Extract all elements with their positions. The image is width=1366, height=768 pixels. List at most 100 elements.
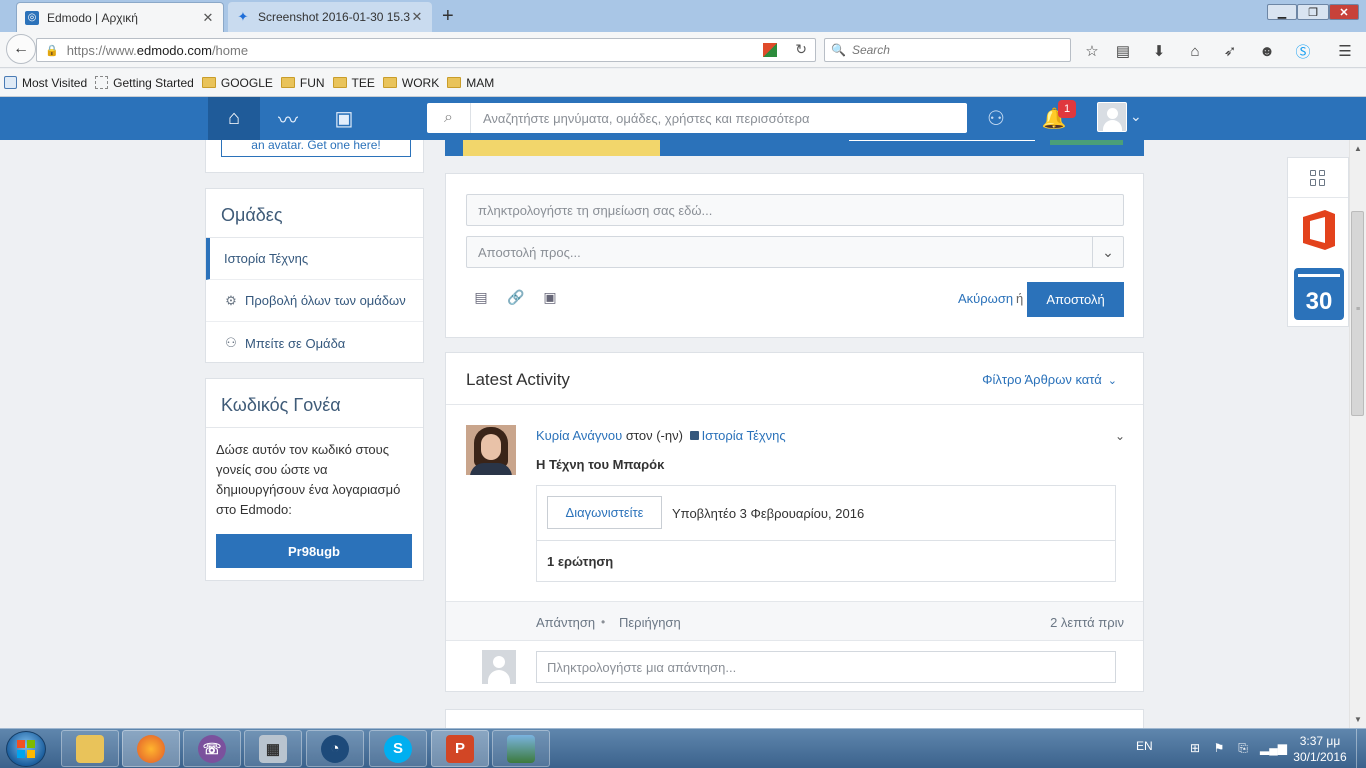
- site-identity-icon[interactable]: [763, 43, 777, 57]
- reading-list-icon[interactable]: ▤: [1112, 40, 1134, 62]
- tab-close-icon[interactable]: ✕: [410, 9, 424, 25]
- post-title: Η Τέχνη του Μπαρόκ: [536, 457, 665, 472]
- download-icon[interactable]: ⬇: [1148, 40, 1170, 62]
- language-indicator[interactable]: EN: [1136, 739, 1153, 753]
- user-avatar[interactable]: [1097, 102, 1127, 132]
- send-button[interactable]: Αποστολή: [1027, 282, 1124, 317]
- chat-icon[interactable]: ☻: [1256, 40, 1278, 62]
- reload-icon[interactable]: ↻: [795, 41, 807, 58]
- take-quiz-button[interactable]: Διαγωνιστείτε: [547, 496, 662, 529]
- edmodo-search-input[interactable]: [471, 104, 967, 132]
- taskbar-calculator[interactable]: ▦: [244, 730, 302, 767]
- bookmark-star-icon[interactable]: ☆: [1081, 40, 1103, 62]
- show-desktop-button[interactable]: [1356, 729, 1366, 768]
- separator-dot: •: [601, 615, 606, 629]
- group-item-art-history[interactable]: Ιστορία Τέχνης: [206, 238, 423, 280]
- bookmark-folder-google[interactable]: GOOGLE: [201, 75, 273, 90]
- search-icon: ⌕: [427, 103, 471, 133]
- get-avatar-link[interactable]: an avatar. Get one here!: [221, 140, 411, 157]
- getting-started-icon: [95, 76, 109, 89]
- close-window-button[interactable]: ✕: [1329, 4, 1359, 20]
- banner-image: [463, 140, 660, 156]
- filter-dropdown[interactable]: Φίλτρο Άρθρων κατά ⌄: [982, 372, 1117, 387]
- action-center-flag-icon[interactable]: ⚑: [1212, 741, 1226, 755]
- bookmark-label: GOOGLE: [220, 75, 273, 90]
- author-photo[interactable]: [466, 425, 516, 475]
- tab-edmodo[interactable]: ◎ Edmodo | Αρχική ✕: [16, 2, 224, 32]
- taskbar-skype[interactable]: S: [369, 730, 427, 767]
- question-count: 1 ερώτηση: [547, 554, 614, 569]
- apps-grid-icon[interactable]: [1288, 158, 1348, 198]
- bookmark-getting-started[interactable]: Getting Started: [95, 76, 194, 90]
- skype-icon[interactable]: Ⓢ: [1292, 40, 1314, 62]
- folder-icon: [332, 77, 347, 88]
- taskbar-viber[interactable]: ☏: [183, 730, 241, 767]
- reply-link[interactable]: Απάντηση: [536, 615, 595, 630]
- bookmark-folder-mam[interactable]: MAM: [447, 76, 494, 90]
- usb-device-icon[interactable]: ⎘: [1236, 741, 1250, 755]
- reply-input[interactable]: [536, 651, 1116, 683]
- bookmark-folder-work[interactable]: WORK: [382, 76, 439, 90]
- tab-close-icon[interactable]: ✕: [201, 10, 215, 26]
- start-button[interactable]: [6, 731, 46, 767]
- parent-code-title: Κωδικός Γονέα: [206, 379, 423, 428]
- preview-link[interactable]: Περιήγηση: [619, 615, 681, 630]
- author-link[interactable]: Κυρία Ανάγνου: [536, 428, 622, 443]
- taskbar-firefox[interactable]: [122, 730, 180, 767]
- nav-home-icon[interactable]: ⌂: [208, 97, 260, 140]
- bookmark-most-visited[interactable]: Most Visited: [4, 76, 87, 90]
- taskbar-speedtest[interactable]: ◔: [306, 730, 364, 767]
- view-all-groups-link[interactable]: ⚙ Προβολή όλων των ομάδων: [206, 280, 423, 322]
- clock-time: 3:37 μμ: [1299, 734, 1341, 748]
- taskbar-photo-viewer[interactable]: [492, 730, 550, 767]
- divider: [537, 540, 1115, 541]
- banner-button[interactable]: [1050, 140, 1123, 145]
- chevron-down-icon[interactable]: ⌄: [1130, 108, 1142, 125]
- maximize-button[interactable]: ❐: [1297, 4, 1329, 20]
- taskbar-powerpoint[interactable]: P: [431, 730, 489, 767]
- group-link[interactable]: Ιστορία Τέχνης: [702, 428, 786, 443]
- attach-file-icon[interactable]: ▤: [472, 288, 490, 306]
- network-signal-icon[interactable]: ▂▄▆: [1260, 741, 1287, 755]
- tab-screenshot[interactable]: ✦ Screenshot 2016-01-30 15.3... ✕: [228, 2, 432, 32]
- bookmark-folder-tee[interactable]: TEE: [332, 76, 375, 90]
- new-tab-button[interactable]: +: [442, 5, 454, 27]
- note-input[interactable]: [466, 194, 1124, 226]
- back-button[interactable]: ←: [6, 34, 36, 64]
- chevron-down-icon[interactable]: ⌄: [1092, 237, 1123, 267]
- address-bar[interactable]: 🔒 https://www. edmodo.com/home ↻: [36, 38, 816, 62]
- bookmark-folder-fun[interactable]: FUN: [280, 76, 325, 90]
- send-icon[interactable]: ➶: [1219, 40, 1241, 62]
- search-icon: 🔍: [831, 43, 846, 57]
- scroll-thumb[interactable]: [1351, 211, 1364, 416]
- scroll-up-arrow-icon[interactable]: ▲: [1352, 143, 1364, 155]
- link-icon[interactable]: 🔗: [507, 288, 525, 306]
- system-clock[interactable]: 3:37 μμ 30/1/2016: [1292, 733, 1348, 765]
- join-group-link[interactable]: ⚇ Μπείτε σε Ομάδα: [206, 322, 423, 364]
- scroll-down-arrow-icon[interactable]: ▼: [1352, 714, 1364, 726]
- parent-code-button[interactable]: Pr98ugb: [216, 534, 412, 568]
- photo-viewer-icon: [507, 734, 535, 763]
- parent-code-card: Κωδικός Γονέα Δώσε αυτόν τον κωδικό στου…: [205, 378, 424, 581]
- home-icon[interactable]: ⌂: [1184, 40, 1206, 62]
- nav-activity-icon[interactable]: 〰: [262, 97, 314, 140]
- send-to-input[interactable]: [467, 237, 1093, 267]
- library-icon[interactable]: ▣: [541, 288, 559, 306]
- bookmark-label: Getting Started: [113, 75, 194, 90]
- post-meta: Κυρία Ανάγνου στον (-ην) Ιστορία Τέχνης: [536, 428, 786, 443]
- viber-icon: ☏: [198, 734, 226, 763]
- cancel-link[interactable]: Ακύρωση: [958, 291, 1013, 306]
- minimize-button[interactable]: ▁: [1267, 4, 1297, 20]
- post-options-chevron-icon[interactable]: ⌄: [1115, 429, 1125, 443]
- nav-planner-icon[interactable]: ▣: [318, 97, 370, 140]
- post-composer: ⌄ ▤ 🔗 ▣ Ακύρωση ή Αποστολή: [445, 173, 1144, 338]
- browser-search-field[interactable]: 🔍 Search: [824, 38, 1071, 62]
- menu-icon[interactable]: ☰: [1334, 40, 1356, 62]
- office-icon[interactable]: [1294, 202, 1344, 258]
- windows-flag-icon[interactable]: ⊞: [1188, 741, 1202, 755]
- notification-badge: 1: [1058, 100, 1076, 118]
- backpack-icon[interactable]: ⚇: [980, 97, 1012, 140]
- calendar-widget[interactable]: 30: [1294, 268, 1344, 320]
- folder-icon: [447, 77, 462, 88]
- taskbar-explorer[interactable]: [61, 730, 119, 767]
